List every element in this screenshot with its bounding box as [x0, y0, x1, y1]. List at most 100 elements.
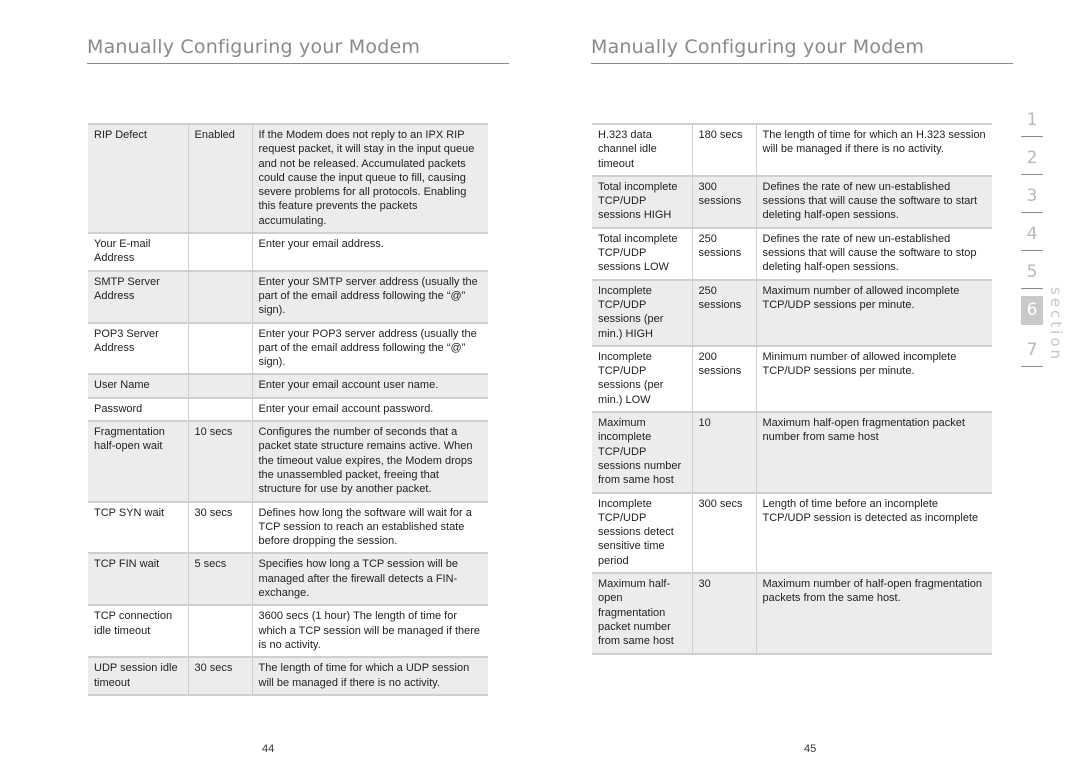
description-cell: 3600 secs (1 hour) The length of time fo…	[251, 605, 488, 658]
setting-name-cell: User Name	[88, 374, 188, 398]
setting-name-cell: Password	[88, 397, 188, 422]
section-divider	[1021, 366, 1043, 367]
default-value-cell: 300 sessions	[691, 175, 756, 228]
table-row: Maximum half-open fragmentation packet n…	[592, 573, 992, 654]
setting-name-cell: POP3 Server Address	[88, 322, 188, 375]
default-value-cell	[187, 397, 252, 422]
setting-name-cell: TCP connection idle timeout	[88, 605, 188, 658]
section-nav-item-3[interactable]: 3	[1021, 180, 1043, 218]
description-cell: Defines the rate of new un-established s…	[755, 175, 992, 228]
table-row: Maximum incomplete TCP/UDP sessions numb…	[592, 412, 992, 493]
table-row: TCP FIN wait 5 secs Specifies how long a T…	[88, 553, 488, 606]
section-divider	[1021, 250, 1043, 251]
description-cell: Maximum number of allowed incomplete TCP…	[755, 279, 992, 346]
setting-name-cell: RIP Defect	[88, 124, 188, 234]
description-cell: The length of time for which an H.323 se…	[755, 124, 992, 176]
table-row: Password Enter your email account passwor…	[88, 397, 488, 422]
setting-name-cell: Maximum half-open fragmentation packet n…	[592, 573, 692, 654]
section-divider	[1021, 174, 1043, 175]
right-page-number: 45	[804, 743, 817, 755]
default-value-cell: 250 sessions	[691, 227, 756, 280]
setting-name-cell: Total incomplete TCP/UDP sessions LOW	[592, 227, 692, 280]
right-page-title: Manually Configuring your Modem	[591, 36, 925, 58]
description-cell: The length of time for which a UDP sessi…	[251, 657, 488, 695]
table-row: Incomplete TCP/UDP sessions (per min.) H…	[592, 279, 992, 346]
left-page-number: 44	[262, 743, 275, 755]
section-divider	[1021, 212, 1043, 213]
section-number: 5	[1026, 262, 1038, 282]
default-value-cell	[187, 270, 252, 323]
left-settings-table: RIP Defect Enabled If the Modem does not r…	[88, 123, 488, 696]
default-value-cell: Enabled	[187, 124, 252, 234]
setting-name-cell: TCP FIN wait	[88, 553, 188, 606]
description-cell: Length of time before an incomplete TCP/…	[755, 492, 992, 574]
default-value-cell: 30 secs	[187, 501, 252, 554]
table-row: Total incomplete TCP/UDP sessions HIGH 30…	[592, 175, 992, 228]
description-cell: Maximum number of half-open fragmentatio…	[755, 573, 992, 654]
section-nav-item-6[interactable]: 6	[1021, 296, 1043, 334]
table-row: Your E-mail Address Enter your email addr…	[88, 233, 488, 271]
description-cell: Maximum half-open fragmentation packet n…	[755, 412, 992, 493]
section-nav-item-4[interactable]: 4	[1021, 218, 1043, 256]
section-divider	[1021, 136, 1043, 137]
default-value-cell	[187, 233, 252, 271]
table-row: Incomplete TCP/UDP sessions detect sensi…	[592, 492, 992, 574]
default-value-cell: 180 secs	[691, 124, 756, 176]
section-number: 4	[1026, 224, 1038, 244]
setting-name-cell: UDP session idle timeout	[88, 657, 188, 695]
section-label: section	[1047, 287, 1065, 363]
table-row: SMTP Server Address Enter your SMTP serve…	[88, 270, 488, 323]
section-number: 3	[1026, 186, 1038, 206]
setting-name-cell: Maximum incomplete TCP/UDP sessions numb…	[592, 412, 692, 493]
description-cell: Minimum number of allowed incomplete TCP…	[755, 345, 992, 413]
section-nav-item-2[interactable]: 2	[1021, 142, 1043, 180]
default-value-cell	[187, 374, 252, 398]
table-row: H.323 data channel idle timeout 180 secs T…	[592, 124, 992, 176]
setting-name-cell: TCP SYN wait	[88, 501, 188, 554]
left-page-title: Manually Configuring your Modem	[87, 36, 421, 58]
description-cell: If the Modem does not reply to an IPX RI…	[251, 124, 488, 234]
section-nav-item-1[interactable]: 1	[1021, 104, 1043, 142]
default-value-cell: 5 secs	[187, 553, 252, 606]
table-row: RIP Defect Enabled If the Modem does not r…	[88, 124, 488, 234]
description-cell: Specifies how long a TCP session will be…	[251, 553, 488, 606]
default-value-cell: 10	[691, 412, 756, 493]
default-value-cell	[187, 322, 252, 375]
section-number: 7	[1026, 340, 1038, 360]
description-cell: Enter your email account user name.	[251, 374, 488, 398]
default-value-cell: 200 sessions	[691, 345, 756, 413]
table-row: Incomplete TCP/UDP sessions (per min.) L…	[592, 345, 992, 413]
setting-name-cell: Total incomplete TCP/UDP sessions HIGH	[592, 175, 692, 228]
table-row: UDP session idle timeout 30 secs The lengt…	[88, 657, 488, 695]
description-cell: Enter your email account password.	[251, 397, 488, 422]
default-value-cell: 30 secs	[187, 657, 252, 695]
table-row: Total incomplete TCP/UDP sessions LOW 250…	[592, 227, 992, 280]
table-row: TCP connection idle timeout 3600 secs (1 …	[88, 605, 488, 658]
right-settings-table: H.323 data channel idle timeout 180 secs T…	[592, 123, 992, 655]
table-row: Fragmentation half-open wait 10 secs Confi…	[88, 421, 488, 502]
table-row: TCP SYN wait 30 secs Defines how long the …	[88, 501, 488, 554]
section-divider	[1021, 288, 1043, 289]
default-value-cell: 10 secs	[187, 421, 252, 502]
setting-name-cell: Incomplete TCP/UDP sessions detect sensi…	[592, 492, 692, 574]
table-row: POP3 Server Address Enter your POP3 serve…	[88, 322, 488, 375]
default-value-cell: 300 secs	[691, 492, 756, 574]
section-number: 1	[1026, 110, 1038, 130]
section-nav: 1 2 3 4 5 6 7	[1021, 104, 1043, 372]
setting-name-cell: Incomplete TCP/UDP sessions (per min.) L…	[592, 345, 692, 413]
setting-name-cell: H.323 data channel idle timeout	[592, 124, 692, 176]
description-cell: Defines how long the software will wait …	[251, 501, 488, 554]
description-cell: Configures the number of seconds that a …	[251, 421, 488, 502]
section-nav-item-5[interactable]: 5	[1021, 256, 1043, 294]
description-cell: Defines the rate of new un-established s…	[755, 227, 992, 280]
default-value-cell: 30	[691, 573, 756, 654]
left-title-rule	[87, 63, 509, 64]
section-number: 6	[1021, 296, 1043, 325]
default-value-cell	[187, 605, 252, 658]
setting-name-cell: Incomplete TCP/UDP sessions (per min.) H…	[592, 279, 692, 346]
setting-name-cell: SMTP Server Address	[88, 270, 188, 323]
description-cell: Enter your POP3 server address (usually …	[251, 322, 488, 375]
setting-name-cell: Fragmentation half-open wait	[88, 421, 188, 502]
description-cell: Enter your email address.	[251, 233, 488, 271]
section-nav-item-7[interactable]: 7	[1021, 334, 1043, 372]
